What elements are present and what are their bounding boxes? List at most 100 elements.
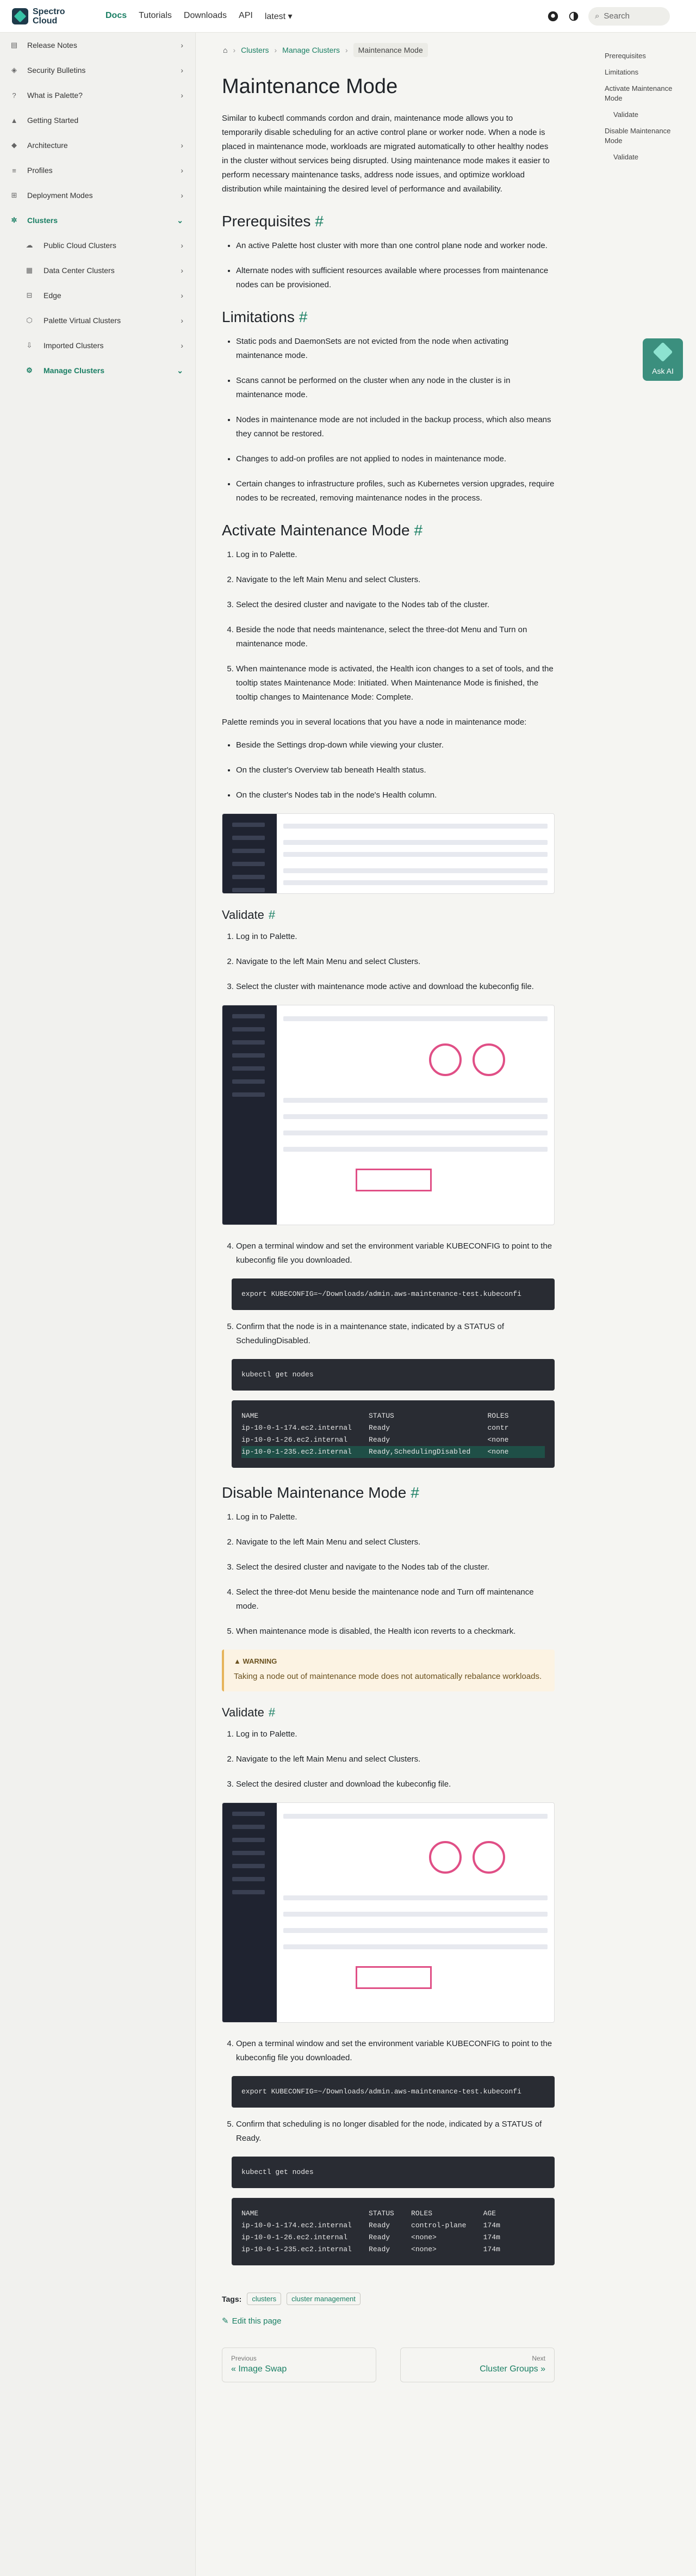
chevron-right-icon[interactable]: › bbox=[181, 191, 183, 200]
breadcrumb-separator: › bbox=[274, 46, 277, 54]
chevron-right-icon[interactable]: › bbox=[181, 141, 183, 150]
list-item: An active Palette host cluster with more… bbox=[236, 239, 555, 253]
list-item: Select the desired cluster and navigate … bbox=[236, 598, 555, 612]
sidebar-item-label: Edge bbox=[44, 291, 61, 300]
warning-admonition: ▲ WARNING Taking a node out of maintenan… bbox=[222, 1650, 555, 1691]
anchor-link[interactable]: # bbox=[269, 1706, 275, 1719]
sidebar-item-deployment-modes[interactable]: ⊞ Deployment Modes › bbox=[0, 183, 195, 208]
layers-icon: ≡ bbox=[12, 166, 16, 175]
chevron-right-icon[interactable]: › bbox=[181, 341, 183, 350]
chevron-down-icon[interactable]: ⌄ bbox=[177, 366, 183, 375]
breadcrumb-clusters[interactable]: Clusters bbox=[241, 46, 269, 54]
edit-page-link[interactable]: ✎ Edit this page bbox=[222, 2316, 555, 2326]
sidebar-item-manage-clusters[interactable]: ⚙ Manage Clusters ⌄ bbox=[0, 358, 195, 383]
chevron-right-icon[interactable]: › bbox=[181, 241, 183, 250]
anchor-link[interactable]: # bbox=[411, 1484, 419, 1501]
heading-limitations: Limitations # bbox=[222, 308, 555, 326]
output-line: ip-10-0-1-26.ec2.internal Ready <none bbox=[241, 1436, 509, 1444]
chevron-right-icon[interactable]: › bbox=[181, 41, 183, 50]
nav-downloads[interactable]: Downloads bbox=[184, 11, 227, 22]
version-dropdown[interactable]: latest ▾ bbox=[265, 11, 293, 22]
warning-text: Taking a node out of maintenance mode do… bbox=[234, 1672, 542, 1681]
anchor-link[interactable]: # bbox=[269, 908, 275, 922]
sidebar-item-label: Manage Clusters bbox=[44, 366, 105, 375]
chevron-right-icon[interactable]: › bbox=[181, 266, 183, 275]
sidebar: ▤ Release Notes › ◈ Security Bulletins › ? Wh… bbox=[0, 33, 196, 2576]
sidebar-item-architecture[interactable]: ◆ Architecture › bbox=[0, 133, 195, 158]
screenshot-gauge bbox=[429, 1841, 462, 1874]
chevron-down-icon[interactable]: ⌄ bbox=[177, 216, 183, 225]
list-item: Nodes in maintenance mode are not includ… bbox=[236, 413, 555, 441]
theme-toggle-icon[interactable] bbox=[568, 10, 580, 22]
output-line-highlight: ip-10-0-1-235.ec2.internal Ready,Schedul… bbox=[241, 1446, 545, 1458]
heading-validate: Validate # bbox=[222, 908, 555, 922]
sidebar-item-label: Data Center Clusters bbox=[44, 266, 115, 275]
list-item: Log in to Palette. bbox=[236, 548, 555, 562]
toc-item[interactable]: Limitations bbox=[605, 67, 675, 77]
screenshot-row bbox=[283, 852, 548, 857]
list-item: Log in to Palette. bbox=[236, 1727, 555, 1741]
sidebar-item-profiles[interactable]: ≡ Profiles › bbox=[0, 158, 195, 183]
nav-docs[interactable]: Docs bbox=[105, 11, 127, 22]
sidebar-item-label: What is Palette? bbox=[27, 91, 83, 100]
sidebar-item-security-bulletins[interactable]: ◈ Security Bulletins › bbox=[0, 58, 195, 83]
deploy-icon: ⊞ bbox=[11, 191, 17, 199]
sidebar-item-what-is-palette[interactable]: ? What is Palette? › bbox=[0, 83, 195, 108]
activate-steps: Log in to Palette. Navigate to the left … bbox=[236, 548, 555, 705]
chevron-right-icon[interactable]: › bbox=[181, 166, 183, 175]
logo[interactable]: Spectro Cloud bbox=[12, 7, 94, 26]
list-item: Select the desired cluster and navigate … bbox=[236, 1560, 555, 1574]
chevron-right-icon[interactable]: › bbox=[181, 316, 183, 325]
anchor-link[interactable]: # bbox=[315, 213, 324, 230]
chevron-right-icon[interactable]: › bbox=[181, 291, 183, 300]
sidebar-item-edge[interactable]: ⊟ Edge › bbox=[0, 283, 195, 308]
chevron-right-icon[interactable]: › bbox=[181, 66, 183, 75]
validate2-steps-continued: Confirm that scheduling is no longer dis… bbox=[236, 2117, 555, 2146]
toc-item[interactable]: Disable Maintenance Mode bbox=[605, 126, 675, 146]
toc-item[interactable]: Activate Maintenance Mode bbox=[605, 84, 675, 103]
toc-item[interactable]: Validate bbox=[605, 110, 675, 120]
heading-text: Activate Maintenance Mode bbox=[222, 522, 410, 539]
next-page-link[interactable]: Next Cluster Groups » bbox=[400, 2348, 555, 2382]
edge-icon: ⊟ bbox=[26, 291, 33, 299]
tag-link[interactable]: clusters bbox=[247, 2293, 282, 2305]
sidebar-item-getting-started[interactable]: ▲ Getting Started bbox=[0, 108, 195, 133]
sidebar-item-imported-clusters[interactable]: ⇩ Imported Clusters › bbox=[0, 333, 195, 358]
toc-item[interactable]: Prerequisites bbox=[605, 51, 675, 61]
nav-tutorials[interactable]: Tutorials bbox=[139, 11, 172, 22]
nav-api[interactable]: API bbox=[239, 11, 253, 22]
list-item: Navigate to the left Main Menu and selec… bbox=[236, 1752, 555, 1766]
previous-page-link[interactable]: Previous « Image Swap bbox=[222, 2348, 376, 2382]
home-icon[interactable]: ⌂ bbox=[223, 46, 227, 54]
list-item: Log in to Palette. bbox=[236, 930, 555, 944]
sidebar-item-clusters[interactable]: ✲ Clusters ⌄ bbox=[0, 208, 195, 233]
code-block: kubectl get nodes bbox=[232, 2157, 555, 2188]
screenshot-sidebar bbox=[222, 814, 277, 893]
limitations-list: Static pods and DaemonSets are not evict… bbox=[236, 335, 555, 505]
sidebar-item-label: Security Bulletins bbox=[27, 66, 86, 75]
validate2-steps-continued: Open a terminal window and set the envir… bbox=[236, 2037, 555, 2065]
logo-mark-icon bbox=[12, 8, 28, 24]
chevron-right-icon[interactable]: › bbox=[181, 91, 183, 100]
ask-ai-button[interactable]: Ask AI bbox=[643, 338, 683, 381]
sidebar-item-palette-virtual-clusters[interactable]: ⬡ Palette Virtual Clusters › bbox=[0, 308, 195, 333]
sidebar-item-release-notes[interactable]: ▤ Release Notes › bbox=[0, 33, 195, 58]
screenshot-highlight bbox=[356, 1966, 432, 1989]
validate-steps-continued: Open a terminal window and set the envir… bbox=[236, 1239, 555, 1268]
list-item: Alternate nodes with sufficient resource… bbox=[236, 264, 555, 292]
sidebar-item-label: Clusters bbox=[27, 216, 58, 225]
ai-icon bbox=[652, 342, 673, 362]
disable-steps: Log in to Palette. Navigate to the left … bbox=[236, 1510, 555, 1639]
heading-disable: Disable Maintenance Mode # bbox=[222, 1484, 555, 1502]
list-item: Certain changes to infrastructure profil… bbox=[236, 477, 555, 505]
github-icon[interactable] bbox=[547, 10, 559, 22]
tag-link[interactable]: cluster management bbox=[287, 2293, 361, 2305]
sidebar-item-public-cloud-clusters[interactable]: ☁ Public Cloud Clusters › bbox=[0, 233, 195, 258]
heading-text: Disable Maintenance Mode bbox=[222, 1484, 407, 1501]
toc-item[interactable]: Validate bbox=[605, 152, 675, 162]
anchor-link[interactable]: # bbox=[414, 522, 423, 539]
search-input[interactable]: ⌕ Search bbox=[588, 7, 670, 26]
anchor-link[interactable]: # bbox=[299, 308, 308, 325]
sidebar-item-data-center-clusters[interactable]: ▦ Data Center Clusters › bbox=[0, 258, 195, 283]
breadcrumb-manage-clusters[interactable]: Manage Clusters bbox=[282, 46, 340, 54]
